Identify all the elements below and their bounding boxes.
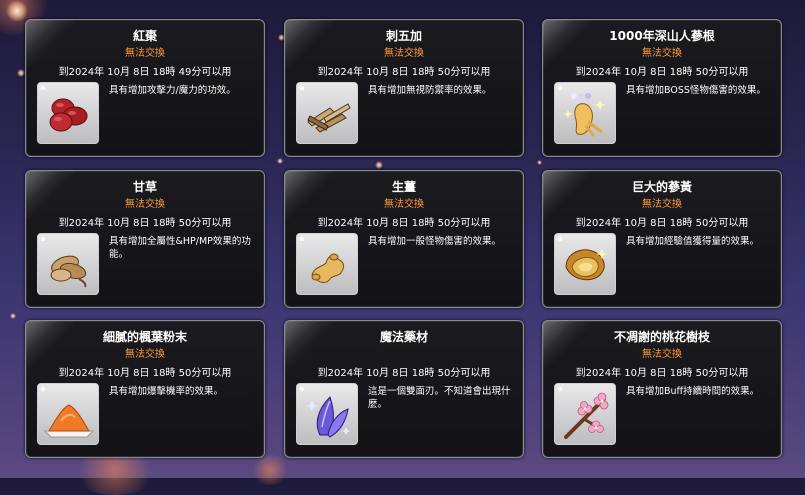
licorice-icon	[50, 255, 87, 288]
item-card-magic-herb[interactable]: 魔法藥材 到2024年 10月 8日 18時 50分可以用 這是一個雙面刃。不知…	[284, 320, 524, 458]
item-card-ginger[interactable]: 生薑 無法交換 到2024年 10月 8日 18時 50分可以用 具有增加一般怪…	[284, 170, 524, 308]
trade-status: 無法交換	[642, 349, 682, 360]
item-card-jujube[interactable]: 紅棗 無法交換 到2024年 10月 8日 18時 49分可以用 具有增加攻擊力…	[25, 19, 265, 157]
expire-time: 到2024年 10月 8日 18時 50分可以用	[317, 368, 491, 379]
expire-time: 到2024年 10月 8日 18時 50分可以用	[575, 368, 749, 379]
item-card-mushroom[interactable]: 巨大的蔘黃 無法交換 到2024年 10月 8日 18時 50分可以用 具有增加…	[542, 170, 782, 308]
item-name: 刺五加	[385, 29, 422, 43]
sparkle	[6, 0, 28, 22]
item-description: 具有增加全屬性&HP/MP效果的功能。	[109, 236, 251, 260]
acanthopanax-icon	[307, 103, 351, 133]
item-description: 具有增加BOSS怪物傷害的效果。	[626, 85, 766, 96]
item-description: 具有增加Buff持續時間的效果。	[626, 386, 760, 397]
item-name: 生薑	[391, 180, 416, 194]
peach-blossom-icon	[564, 392, 609, 439]
sparkle	[277, 158, 283, 164]
item-name: 不凋謝的桃花樹枝	[613, 330, 710, 344]
magic-herb-icon	[306, 396, 351, 438]
item-description: 這是一個雙面刃。不知道會出現什麼。	[368, 386, 511, 410]
item-card-ginseng[interactable]: 1000年深山人蔘根 無法交換 到2024年 10月 8日 18時 50分可以用…	[542, 19, 782, 157]
item-name: 甘草	[132, 180, 157, 194]
item-slot[interactable]	[37, 383, 99, 445]
jujube-icon	[49, 98, 88, 132]
item-slot[interactable]	[296, 82, 358, 144]
item-slot[interactable]	[37, 82, 99, 144]
item-description: 具有增加一般怪物傷害的效果。	[368, 236, 502, 247]
trade-status: 無法交換	[125, 199, 165, 210]
mushroom-icon	[565, 249, 608, 281]
lantern-glow	[250, 455, 290, 485]
sparkle	[375, 161, 383, 169]
item-slot[interactable]	[37, 233, 99, 295]
trade-status: 無法交換	[642, 199, 682, 210]
item-description: 具有增加爆擊機率的效果。	[109, 386, 224, 397]
maple-powder-icon	[43, 404, 95, 438]
item-name: 紅棗	[132, 29, 157, 43]
expire-time: 到2024年 10月 8日 18時 50分可以用	[575, 218, 749, 229]
item-slot[interactable]	[554, 233, 616, 295]
sparkle	[17, 69, 25, 77]
item-description: 具有增加經驗值獲得量的效果。	[626, 236, 760, 247]
item-slot[interactable]	[554, 383, 616, 445]
sparkle	[537, 160, 542, 165]
item-description: 具有增加無視防禦率的效果。	[368, 85, 492, 96]
item-slot[interactable]	[554, 82, 616, 144]
expire-time: 到2024年 10月 8日 18時 50分可以用	[58, 218, 232, 229]
trade-status: 無法交換	[125, 48, 165, 59]
sparkle	[10, 313, 16, 319]
expire-time: 到2024年 10月 8日 18時 50分可以用	[317, 67, 491, 78]
trade-status: 無法交換	[384, 48, 424, 59]
expire-time: 到2024年 10月 8日 18時 50分可以用	[317, 218, 491, 229]
item-name: 1000年深山人蔘根	[609, 29, 715, 43]
item-name: 魔法藥材	[379, 330, 428, 344]
expire-time: 到2024年 10月 8日 18時 50分可以用	[58, 368, 232, 379]
trade-status: 無法交換	[642, 48, 682, 59]
trade-status: 無法交換	[125, 349, 165, 360]
expire-time: 到2024年 10月 8日 18時 50分可以用	[575, 67, 749, 78]
item-slot[interactable]	[296, 233, 358, 295]
item-description: 具有增加攻擊力/魔力的功效。	[109, 85, 236, 96]
item-card-maple-powder[interactable]: 細膩的楓葉粉末 無法交換 到2024年 10月 8日 18時 50分可以用 具有…	[25, 320, 265, 458]
expire-time: 到2024年 10月 8日 18時 49分可以用	[58, 67, 232, 78]
item-slot[interactable]	[296, 383, 358, 445]
item-name: 巨大的蔘黃	[631, 180, 692, 194]
ginseng-root-icon	[563, 93, 606, 137]
item-name: 細膩的楓葉粉末	[102, 330, 187, 344]
item-card-licorice[interactable]: 甘草 無法交換 到2024年 10月 8日 18時 50分可以用 具有增加全屬性…	[25, 170, 265, 308]
item-card-acanthopanax[interactable]: 刺五加 無法交換 到2024年 10月 8日 18時 50分可以用 具有增加無視…	[284, 19, 524, 157]
ginger-icon	[311, 253, 345, 283]
item-card-peach-blossom[interactable]: 不凋謝的桃花樹枝 無法交換 到2024年 10月 8日 18時 50分可以用 具…	[542, 320, 782, 458]
trade-status: 無法交換	[384, 199, 424, 210]
